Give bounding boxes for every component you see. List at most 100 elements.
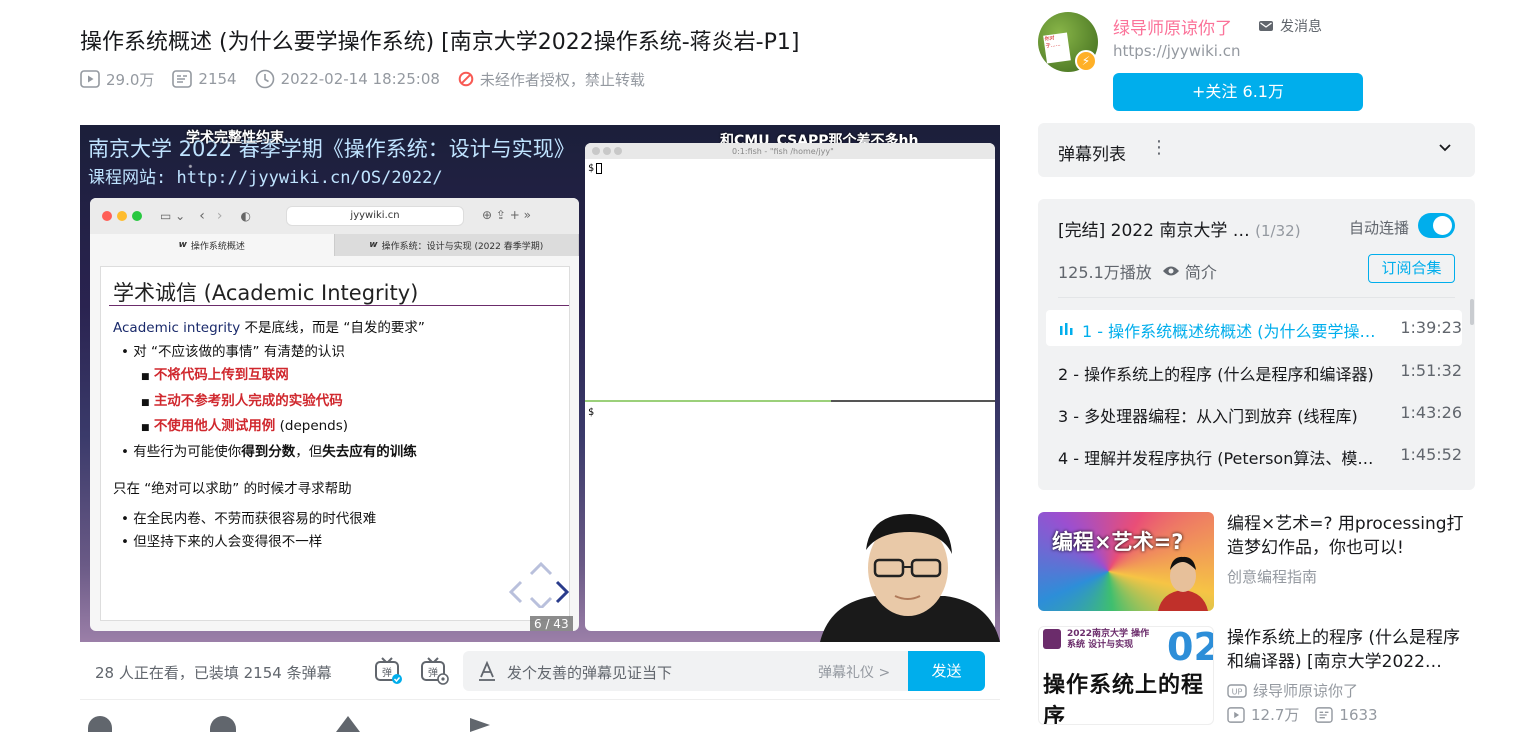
forward-icon: › bbox=[216, 208, 223, 224]
episode-title: 3 - 多处理器编程：从入门到放弃 (线程库) bbox=[1058, 407, 1358, 426]
episode-duration: 1:39:23 bbox=[1400, 318, 1462, 337]
autoplay-toggle[interactable] bbox=[1418, 213, 1455, 238]
recommended-views: 12.7万 bbox=[1251, 706, 1300, 724]
episode-item[interactable]: 2 - 操作系统上的程序 (什么是程序和编译器) 1:51:32 bbox=[1046, 353, 1462, 389]
episode-item[interactable]: 3 - 多处理器编程：从入门到放弃 (线程库) 1:43:26 bbox=[1046, 395, 1462, 431]
video-player[interactable]: 南京大学 2022 春季学期《操作系统：设计与实现》 课程网站: http://… bbox=[80, 125, 1000, 642]
now-playing-icon bbox=[1060, 323, 1073, 335]
recommended-title[interactable]: 编程×艺术=? 用processing打造梦幻作品，你也可以! bbox=[1227, 512, 1477, 560]
collection-stats: 125.1万播放 简介 bbox=[1058, 259, 1217, 283]
browser-url: jyywiki.cn bbox=[286, 206, 464, 226]
browser-window: ▭ ⌄ ‹ › ◐ ⊕ ⇪ + » jyywiki.cn w 操作系统概述 w 操作… bbox=[90, 198, 579, 631]
verified-badge-icon: ⚡ bbox=[1075, 50, 1097, 72]
more-icon[interactable]: ⋮ bbox=[1150, 137, 1168, 158]
slide-page: 学术诚信 (Academic Integrity) Academic integ… bbox=[100, 266, 570, 621]
terminal-title: 0:1:fish - "fish /home/jyy" bbox=[732, 146, 834, 156]
coin-icon[interactable] bbox=[210, 716, 236, 732]
slide-nav-icon bbox=[509, 562, 569, 608]
browser-actions-icon: ⊕ ⇪ + » bbox=[482, 208, 531, 222]
favorite-icon[interactable] bbox=[336, 716, 360, 732]
episode-number: 02 bbox=[1167, 626, 1213, 669]
text-style-icon[interactable] bbox=[477, 661, 497, 681]
danmaku-count-icon bbox=[172, 70, 193, 88]
share-icon[interactable] bbox=[470, 718, 490, 732]
danmaku-count: 2154 bbox=[198, 70, 237, 88]
sidebar-icon: ▭ ⌄ bbox=[160, 209, 186, 223]
follow-button[interactable]: +关注 6.1万 bbox=[1113, 73, 1363, 111]
recommended-author-row[interactable]: UP 绿导师原谅你了 bbox=[1227, 680, 1358, 701]
browser-tab: w 操作系统概述 bbox=[90, 234, 335, 256]
video-thumbnail[interactable]: 2022南京大学 操作系统 设计与实现 02 操作系统上的程序 bbox=[1038, 626, 1214, 725]
terminal-prompt: $ bbox=[588, 163, 595, 174]
presenter-portrait bbox=[1158, 556, 1208, 611]
slide-body: Academic integrity 不是底线，而是 “自发的要求” • 对 “… bbox=[113, 320, 425, 550]
video-thumbnail[interactable]: 编程×艺术=? bbox=[1038, 512, 1214, 611]
episode-duration: 1:43:26 bbox=[1400, 403, 1462, 422]
recommended-stats: 12.7万 1633 bbox=[1227, 704, 1378, 725]
slide-page-number: 6 / 43 bbox=[530, 616, 573, 631]
subscribe-collection-button[interactable]: 订阅合集 bbox=[1368, 254, 1455, 283]
recommended-video[interactable]: 编程×艺术=? 编程×艺术=? 用processing打造梦幻作品，你也可以! … bbox=[1038, 512, 1475, 612]
danmaku-placeholder: 发个友善的弹幕见证当下 bbox=[507, 664, 673, 682]
date-stat: 2022-02-14 18:25:08 bbox=[255, 69, 440, 89]
minimize-dot bbox=[117, 211, 127, 221]
chevron-down-icon[interactable] bbox=[1437, 139, 1453, 155]
danmaku-toggle-icon[interactable]: 弹 bbox=[373, 656, 403, 686]
message-button[interactable]: 发消息 bbox=[1258, 16, 1322, 36]
svg-text:弹: 弹 bbox=[428, 666, 438, 679]
danmaku-settings-icon[interactable]: 弹 bbox=[419, 656, 449, 686]
video-meta: 29.0万 2154 2022-02-14 18:25:08 未经作者授权，禁止… bbox=[80, 68, 663, 90]
browser-tab: w 操作系统：设计与实现 (2022 春季学期) bbox=[334, 234, 579, 256]
collection-plays: 125.1万播放 bbox=[1058, 263, 1152, 282]
university-logo-icon bbox=[1043, 629, 1061, 649]
danmaku-bar: 28 人正在看，已装填 2154 条弹幕 弹 弹 发个友善的弹幕见证当下 弹幕礼… bbox=[80, 642, 1000, 700]
presenter-webcam bbox=[820, 514, 1000, 642]
intro-link[interactable]: 简介 bbox=[1185, 259, 1217, 283]
video-actions-row bbox=[80, 716, 1000, 732]
danmaku-count-icon bbox=[1315, 706, 1334, 723]
copyright-notice: 未经作者授权，禁止转载 bbox=[458, 69, 645, 90]
back-icon: ‹ bbox=[199, 208, 205, 224]
course-website: 课程网站: http://jyywiki.cn/OS/2022/ bbox=[88, 168, 443, 188]
episode-title: 4 - 理解并发程序执行 (Peterson算法、模型检验) bbox=[1058, 449, 1378, 468]
eye-icon bbox=[1162, 266, 1179, 276]
danmaku-input[interactable]: 发个友善的弹幕见证当下 弹幕礼仪 > bbox=[463, 651, 985, 691]
forbidden-icon bbox=[458, 71, 474, 87]
cursor bbox=[596, 163, 602, 174]
close-dot bbox=[102, 211, 112, 221]
episode-item[interactable]: 1 - 操作系统概述统概述 (为什么要学操作系统) 1:39:23 bbox=[1046, 310, 1462, 346]
episode-item[interactable]: 4 - 理解并发程序执行 (Peterson算法、模型检验) 1:45:52 bbox=[1046, 437, 1462, 473]
recommended-title[interactable]: 操作系统上的程序 (什么是程序和编译器) [南京大学2022… bbox=[1227, 626, 1477, 674]
mail-icon bbox=[1259, 21, 1273, 31]
viewer-status: 28 人正在看，已装填 2154 条弹幕 bbox=[95, 664, 332, 682]
maximize-dot bbox=[132, 211, 142, 221]
episode-duration: 1:45:52 bbox=[1400, 445, 1462, 464]
slide-title: 学术诚信 (Academic Integrity) bbox=[113, 281, 419, 305]
episode-duration: 1:51:32 bbox=[1400, 361, 1462, 380]
send-danmaku-button[interactable]: 发送 bbox=[908, 651, 985, 691]
danmaku-list-label: 弹幕列表 bbox=[1058, 145, 1126, 165]
episode-title: 1 - 操作系统概述统概述 (为什么要学操作系统) bbox=[1082, 322, 1378, 341]
uploader-name[interactable]: 绿导师原谅你了 bbox=[1113, 14, 1232, 39]
svg-text:弹: 弹 bbox=[382, 666, 392, 679]
thumbnail-title: 操作系统上的程序 bbox=[1043, 673, 1205, 725]
like-icon[interactable] bbox=[88, 716, 112, 732]
collection-title[interactable]: [完结] 2022 南京大学 … (1/32) bbox=[1058, 216, 1301, 241]
clock-icon bbox=[255, 69, 274, 89]
thumbnail-subtext: 2022南京大学 操作系统 设计与实现 bbox=[1067, 629, 1150, 650]
uploader-website[interactable]: https://jyywiki.cn bbox=[1113, 42, 1241, 60]
views-count: 29.0万 bbox=[106, 70, 155, 89]
scrollbar[interactable] bbox=[1470, 299, 1474, 325]
danmaku-list-panel[interactable]: 弹幕列表 ⋮ bbox=[1038, 123, 1475, 177]
course-header: 南京大学 2022 春季学期《操作系统：设计与实现》 bbox=[88, 137, 575, 161]
views-stat: 29.0万 bbox=[80, 69, 154, 90]
recommended-author[interactable]: 创意编程指南 bbox=[1227, 566, 1317, 587]
browser-tabs: w 操作系统概述 w 操作系统：设计与实现 (2022 春季学期) bbox=[90, 234, 579, 256]
danmaku-comment: 学术完整性约束 bbox=[186, 130, 284, 146]
danmaku-etiquette-link[interactable]: 弹幕礼仪 > bbox=[818, 662, 890, 682]
recommended-danmaku: 1633 bbox=[1339, 705, 1378, 724]
autoplay-label: 自动连播 bbox=[1349, 219, 1410, 237]
recommended-video[interactable]: 2022南京大学 操作系统 设计与实现 02 操作系统上的程序 操作系统上的程序… bbox=[1038, 626, 1475, 726]
up-badge-icon: UP bbox=[1227, 683, 1247, 698]
terminal-prompt: $ bbox=[588, 407, 595, 418]
